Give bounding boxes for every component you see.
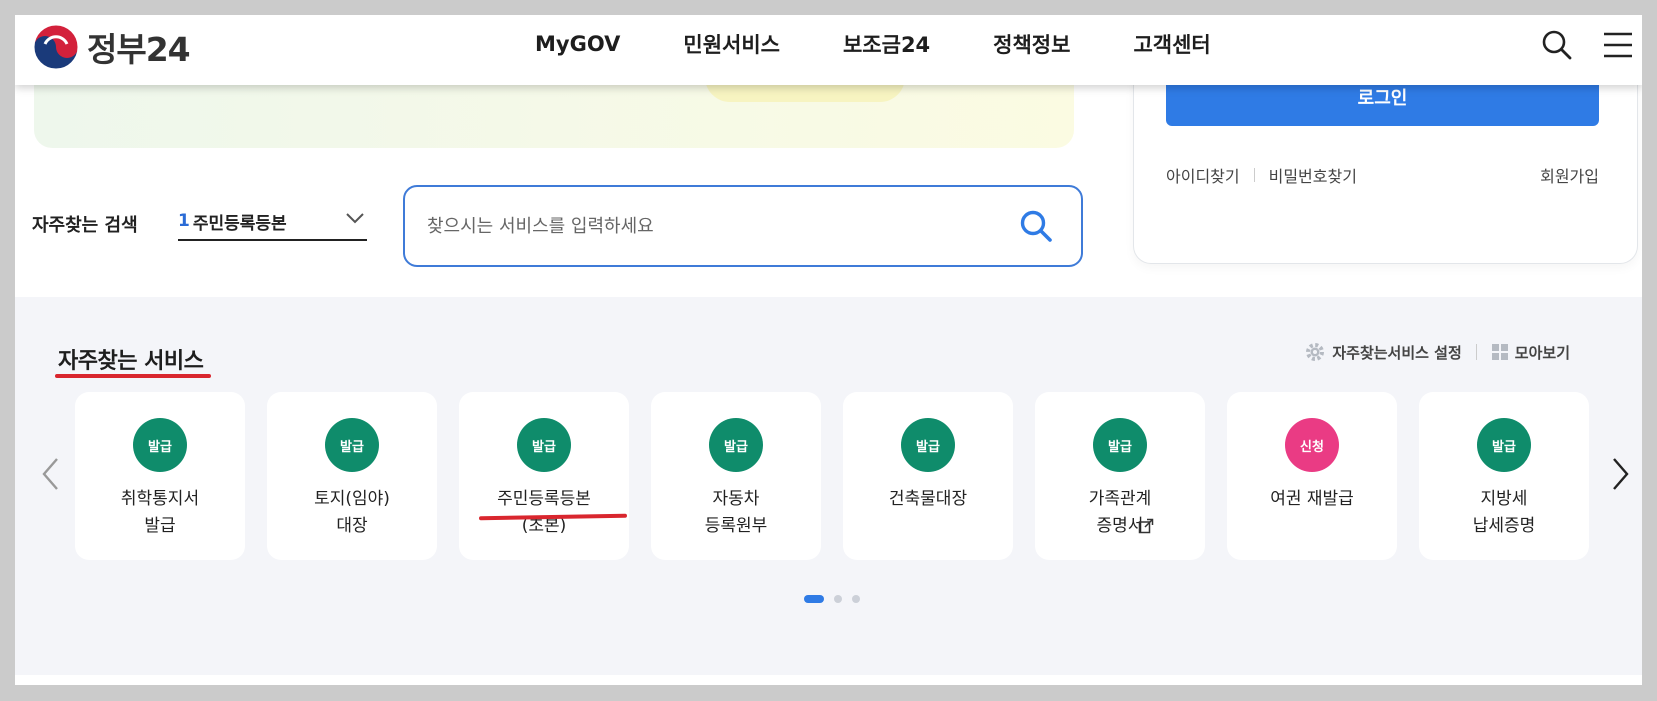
fav-search-label: 자주찾는 검색 xyxy=(32,215,138,236)
search-icon[interactable] xyxy=(1541,29,1573,61)
issue-badge: 발급 xyxy=(1093,418,1147,472)
service-search-box xyxy=(403,185,1083,267)
login-button[interactable]: 로그인 xyxy=(1166,78,1599,126)
service-settings-label: 자주찾는서비스 설정 xyxy=(1332,343,1462,362)
page-dot[interactable] xyxy=(834,595,842,603)
fav-search-value: 주민등록등본 xyxy=(192,213,287,234)
issue-badge: 발급 xyxy=(1477,418,1531,472)
section-divider xyxy=(15,675,1642,685)
nav-policy-info[interactable]: 정책정보 xyxy=(993,29,1070,59)
page-dot[interactable] xyxy=(852,595,860,603)
service-label: 주민등록등본 (초본) xyxy=(497,489,591,536)
issue-badge: 발급 xyxy=(709,418,763,472)
apply-badge: 신청 xyxy=(1285,418,1339,472)
service-label: 건축물대장 xyxy=(888,489,968,509)
annotation-underline xyxy=(55,374,211,378)
chevron-down-icon xyxy=(346,213,364,224)
tool-divider xyxy=(1475,344,1477,360)
service-label: 가족관계 증명서 xyxy=(1088,489,1152,536)
fav-search-rank: 1 xyxy=(178,211,190,231)
issue-badge: 발급 xyxy=(901,418,955,472)
issue-badge: 발급 xyxy=(133,418,187,472)
service-card-school-notice[interactable]: 발급 취학통지서 발급 xyxy=(75,392,245,560)
main-nav: MyGOV 민원서비스 보조금24 정책정보 고객센터 xyxy=(535,15,1274,73)
section-tools: 자주찾는서비스 설정 모아보기 xyxy=(1304,341,1570,363)
nav-subsidy24[interactable]: 보조금24 xyxy=(843,29,930,59)
find-password-link[interactable]: 비밀번호찾기 xyxy=(1269,163,1357,187)
service-card-resident-registration[interactable]: 발급 주민등록등본 (초본) xyxy=(459,392,629,560)
link-divider xyxy=(1253,168,1255,182)
service-label: 여권 재발급 xyxy=(1270,489,1354,509)
carousel-pagination xyxy=(804,595,870,603)
service-card-local-tax[interactable]: 발급 지방세 납세증명 xyxy=(1419,392,1589,560)
service-label: 자동차 등록원부 xyxy=(704,489,768,536)
join-link[interactable]: 회원가입 xyxy=(1540,163,1599,187)
grid-icon xyxy=(1491,344,1508,360)
login-links: 아이디찾기 비밀번호찾기 회원가입 xyxy=(1166,163,1599,187)
nav-civil-service[interactable]: 민원서비스 xyxy=(683,29,780,59)
gear-icon xyxy=(1306,343,1325,361)
login-card: 로그인 아이디찾기 비밀번호찾기 회원가입 xyxy=(1133,55,1638,264)
site-header: 정부24 MyGOV 민원서비스 보조금24 정책정보 고객센터 xyxy=(15,15,1642,85)
hamburger-menu-icon[interactable] xyxy=(1602,29,1634,61)
section-title: 자주찾는 서비스 xyxy=(58,349,204,374)
collect-view-label: 모아보기 xyxy=(1514,343,1570,362)
frequent-services-section: 자주찾는 서비스 자주찾는서비스 설정 모아보기 발급 취학통지서 발급 발급 … xyxy=(15,297,1642,677)
issue-badge: 발급 xyxy=(517,418,571,472)
service-label: 토지(임야) 대장 xyxy=(314,489,390,536)
external-link-icon xyxy=(1138,518,1154,534)
page: 정부24 MyGOV 민원서비스 보조금24 정책정보 고객센터 로그인 아이디… xyxy=(15,15,1642,685)
service-search-input[interactable] xyxy=(427,209,987,243)
search-button-icon[interactable] xyxy=(1019,209,1053,243)
carousel-prev-icon[interactable] xyxy=(41,457,61,491)
service-card-vehicle-register[interactable]: 발급 자동차 등록원부 xyxy=(651,392,821,560)
service-card-passport-reissue[interactable]: 신청 여권 재발급 xyxy=(1227,392,1397,560)
service-card-land-register[interactable]: 발급 토지(임야) 대장 xyxy=(267,392,437,560)
page-dot[interactable] xyxy=(804,595,824,603)
fav-search-dropdown[interactable]: 1 주민등록등본 xyxy=(178,203,367,241)
collect-view-button[interactable]: 모아보기 xyxy=(1491,342,1570,363)
nav-mygov[interactable]: MyGOV xyxy=(535,32,620,56)
service-settings-button[interactable]: 자주찾는서비스 설정 xyxy=(1304,341,1462,363)
service-card-family-certificate[interactable]: 발급 가족관계 증명서 xyxy=(1035,392,1205,560)
logo-text: 정부24 xyxy=(87,30,191,69)
find-id-link[interactable]: 아이디찾기 xyxy=(1166,163,1240,187)
issue-badge: 발급 xyxy=(325,418,379,472)
nav-customer-center[interactable]: 고객센터 xyxy=(1133,29,1210,59)
service-label: 지방세 납세증명 xyxy=(1472,489,1536,536)
service-card-building-register[interactable]: 발급 건축물대장 xyxy=(843,392,1013,560)
taegeuk-logo-icon xyxy=(33,24,79,70)
carousel-next-icon[interactable] xyxy=(1610,457,1630,491)
service-label: 취학통지서 발급 xyxy=(120,489,200,536)
site-logo[interactable]: 정부24 xyxy=(33,23,191,71)
